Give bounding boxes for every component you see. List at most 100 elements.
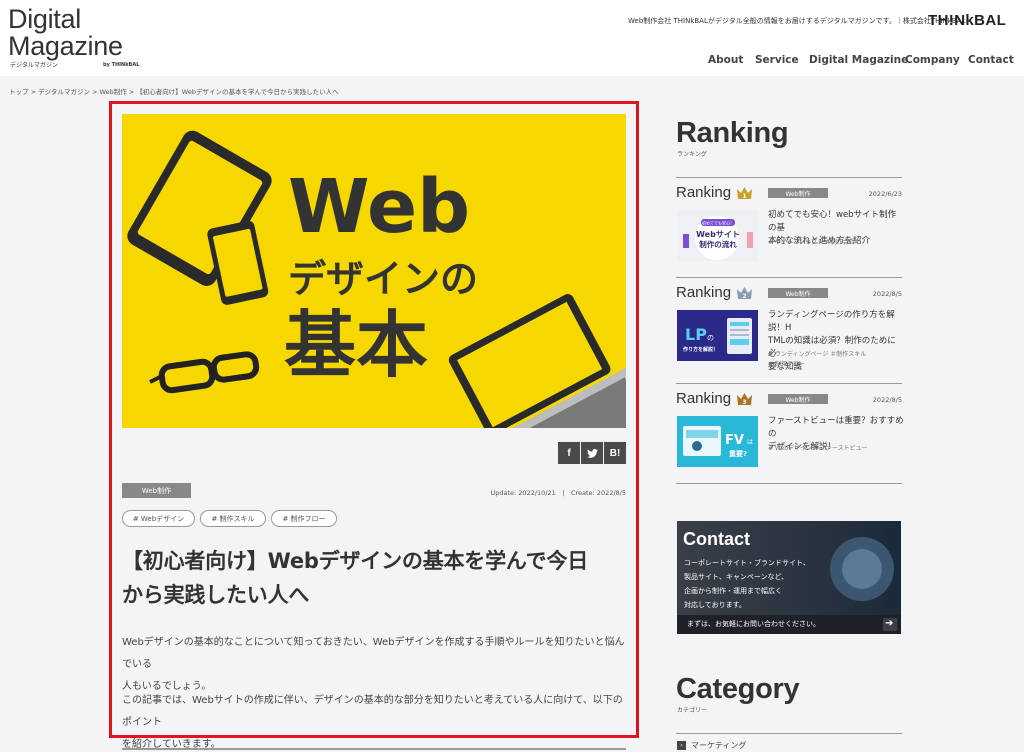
svg-text:3: 3 [742,399,746,405]
category-item-marketing[interactable]: › マーケティング [677,740,746,751]
logo-by: by THINkBAL [103,62,140,68]
rank3-category-badge[interactable]: Web制作 [768,394,828,404]
rank1-date: 2022/6/23 [868,190,902,198]
rank2-tags-line1: # ランディングページ ＃制作スキル [768,351,867,358]
article-title-line1: 【初心者向け】Webデザインの基本を学んで今日 [122,549,589,573]
rank1-thumbnail[interactable]: 初めてでも安心！ Webサイト 制作の流れ [677,210,758,261]
rank2-thumbnail[interactable]: LP の 作り方を解説！ [677,310,758,361]
contact-banner[interactable]: Contact コーポレートサイト・ブランドサイト、 製品サイト、キャンペーンな… [677,521,901,634]
svg-text:1: 1 [742,193,746,199]
article-paragraph-1: Webデザインの基本的なことについて知っておきたい、Webデザインを作成する手順… [122,632,632,698]
contact-line2: 製品サイト、キャンペーンなど、 [684,573,789,581]
nav-digital-magazine[interactable]: Digital Magazine [809,54,908,66]
hero-illustration: Web デザインの 基本 [127,130,626,428]
rank2-date: 2022/8/5 [872,290,902,298]
site-header: Digital Magazine デジタルマガジン by THINkBAL We… [0,0,1024,76]
rank1-thumbnail-image: 初めてでも安心！ Webサイト 制作の流れ [677,210,758,261]
category-item-label: マーケティング [691,741,747,750]
rank3-thumbnail[interactable]: FV は 重要? [677,416,758,467]
ranking-subheading: ランキング [677,151,707,158]
rank2-thumbnail-image: LP の 作り方を解説！ [677,310,758,361]
para2-line1: この記事では、Webサイトの作成に伴い、デザインの基本的な部分を知りたいと考えて… [122,695,623,728]
ranking-heading: Ranking [676,117,789,149]
para2-line2: を紹介していきます。 [122,739,221,750]
rank-label-1: Ranking [676,184,732,201]
glasses-icon [149,351,260,394]
svg-text:は: は [747,439,753,446]
nav-company[interactable]: Company [905,54,960,66]
svg-text:重要?: 重要? [729,449,747,458]
ranking-divider-top [676,177,902,178]
contact-line3: 企画から制作・運用まで幅広く [684,587,782,595]
rank-label-3: Ranking [676,390,732,407]
article-paragraph-2: この記事では、Webサイトの作成に伴い、デザインの基本的な部分を知りたいと考えて… [122,690,632,756]
category-divider [676,733,902,734]
svg-text:作り方を解説！: 作り方を解説！ [683,346,718,353]
header-tagline: Web制作会社 THINkBALがデジタル全般の情報をお届けするデジタルマガジン… [628,17,966,25]
tag-flow[interactable]: # 制作フロー [271,510,337,527]
contact-description: コーポレートサイト・ブランドサイト、 製品サイト、キャンペーンなど、 企画から制… [684,556,810,612]
facebook-icon: f [567,447,571,459]
article-dates: Update: 2022/10/21 | Create: 2022/8/5 [490,489,627,497]
contact-cta[interactable]: まずは、お気軽にお問い合わせください。 [687,619,820,629]
share-twitter-button[interactable] [581,442,603,464]
article-title: 【初心者向け】Webデザインの基本を学んで今日 から実践したい人へ [122,544,632,612]
hero-image: Web デザインの 基本 [122,114,626,428]
svg-text:制作の流れ: 制作の流れ [699,239,737,249]
svg-text:LP: LP [685,325,707,344]
nav-contact[interactable]: Contact [968,54,1014,66]
rank1-tags[interactable]: # サイトコンセプト ＃制作会社 [768,238,902,248]
logo-line2: Magazine [8,31,123,61]
laptop-icon [448,294,626,428]
hero-text-design: デザインの [288,257,478,301]
rank2-category-badge[interactable]: Web制作 [768,288,828,298]
svg-text:FV: FV [725,433,744,448]
nav-about[interactable]: About [708,54,743,66]
article-title-line2: から実践したい人へ [122,583,310,607]
rank-label-2: Ranking [676,284,732,301]
svg-text:Webサイト: Webサイト [696,230,740,239]
contact-line1: コーポレートサイト・ブランドサイト、 [684,559,810,567]
tag-skill[interactable]: # 制作スキル [200,510,266,527]
hatena-icon: B! [609,447,621,459]
breadcrumb[interactable]: トップ > デジタルマガジン > Web制作 > 【初心者向け】Webデザインの… [9,86,339,96]
article-category-badge[interactable]: Web制作 [122,483,191,498]
rank3-thumbnail-image: FV は 重要? [677,416,758,467]
logo-subtitle: デジタルマガジン [10,62,58,69]
rank3-title-line1: ファーストビューは重要？おすすめの [768,416,904,439]
svg-text:2: 2 [742,293,746,299]
tag-webdesign[interactable]: # Webデザイン [122,510,195,527]
arrow-right-icon[interactable]: ➔ [885,618,893,629]
category-heading: Category [676,673,800,705]
contact-line4: 対応しております。 [684,601,746,609]
para1-line1: Webデザインの基本的なことについて知っておきたい、Webデザインを作成する手順… [122,637,625,670]
logo-line1: Digital [8,4,81,34]
hero-text-kihon: 基本 [284,303,428,387]
contact-title: Contact [683,529,750,549]
svg-text:の: の [707,334,714,342]
rank1-title-line1: 初めてでも安心！webサイト制作の基 [768,210,897,233]
category-subheading: カテゴリー [677,707,708,714]
crown-silver-icon: 2 [737,287,752,299]
rank2-tags[interactable]: # ランディングページ ＃制作スキル # 制作フロー [768,350,902,370]
ranking-divider-1 [676,277,902,278]
crown-gold-icon: 1 [737,187,752,199]
rank2-title-line1: ランディングページの作り方を解説！H [768,310,895,333]
svg-text:初めてでも安心！: 初めてでも安心！ [702,220,734,226]
rank2-tags-line2: # 制作フロー [768,361,805,368]
chevron-right-icon: › [677,741,686,750]
rank1-category-badge[interactable]: Web制作 [768,188,828,198]
hero-text-web: Web [288,164,470,250]
ranking-divider-3 [676,483,902,484]
crown-bronze-icon: 3 [737,393,752,405]
site-logo[interactable]: Digital Magazine [8,6,123,60]
brand-logo[interactable]: TH!NkBAL [928,12,1006,29]
rank3-tags[interactable]: # Webデザイン ＃ファーストビュー [768,444,902,454]
ranking-divider-2 [676,383,902,384]
twitter-icon [586,448,598,458]
nav-service[interactable]: Service [755,54,799,66]
rank3-date: 2022/8/5 [872,396,902,404]
share-hatena-button[interactable]: B! [604,442,626,464]
smartphone-icon [207,220,269,305]
share-facebook-button[interactable]: f [558,442,580,464]
